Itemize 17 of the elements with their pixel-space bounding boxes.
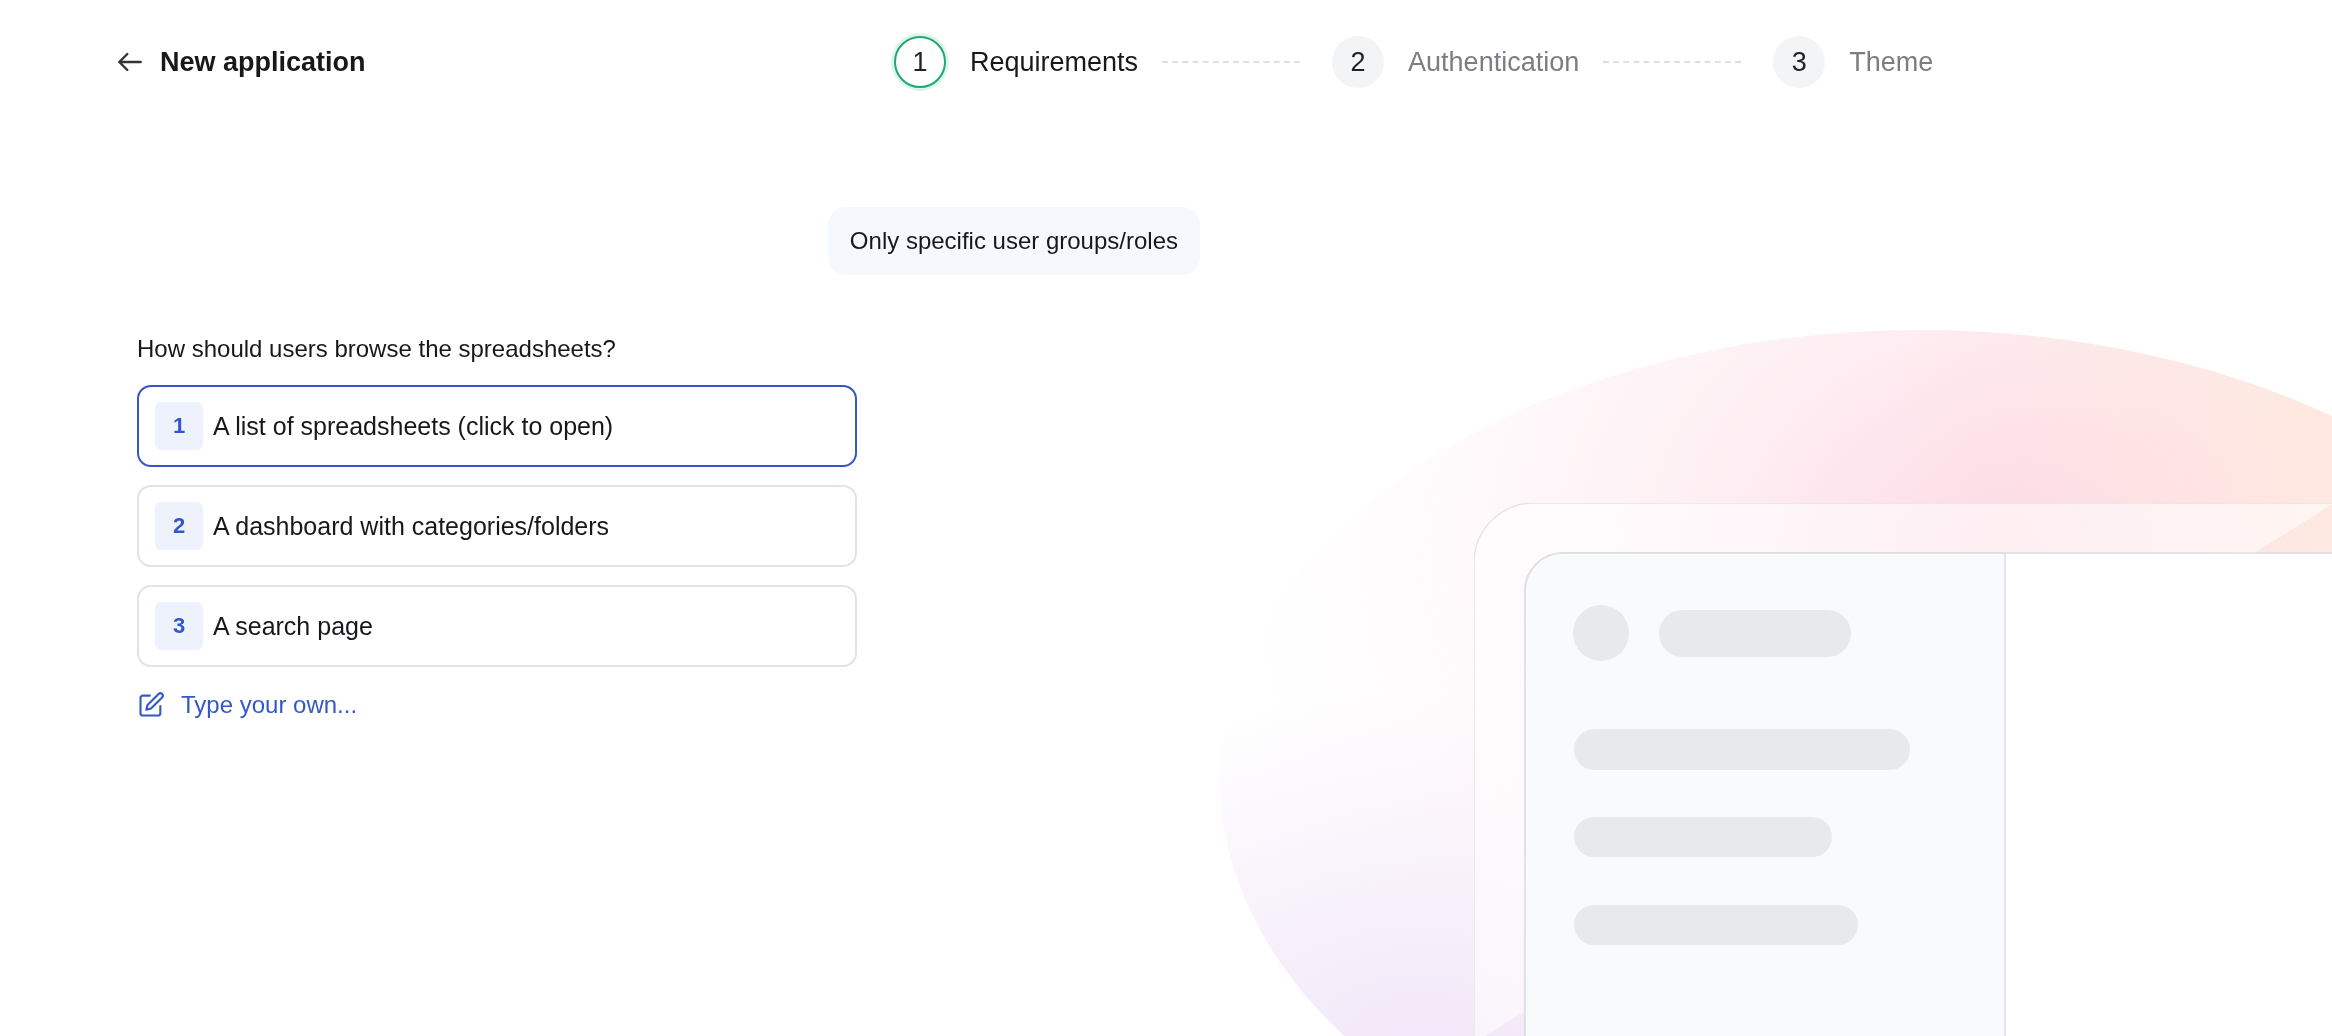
answer-option[interactable]: 1 A list of spreadsheets (click to open)	[137, 385, 857, 467]
step-label[interactable]: Theme	[1849, 46, 1934, 78]
edit-icon[interactable]	[137, 691, 165, 719]
answer-option[interactable]: 3 A search page	[137, 585, 857, 667]
step-number[interactable]: 2	[1332, 36, 1385, 88]
step-number[interactable]: 1	[894, 36, 946, 88]
option-number: 3	[155, 602, 203, 650]
answer-option[interactable]: 2 A dashboard with categories/folders	[137, 485, 857, 567]
step-number[interactable]: 3	[1773, 36, 1826, 88]
question-text: How should users browse the spreadsheets?	[137, 335, 617, 363]
step-label[interactable]: Authentication	[1408, 46, 1580, 78]
option-number: 2	[155, 502, 203, 550]
page-title: New application	[160, 46, 366, 78]
step-label[interactable]: Requirements	[970, 46, 1139, 78]
user-message: Only specific user groups/roles	[827, 207, 1200, 275]
option-number: 1	[155, 402, 203, 450]
type-your-own-link[interactable]: Type your own...	[181, 691, 358, 719]
